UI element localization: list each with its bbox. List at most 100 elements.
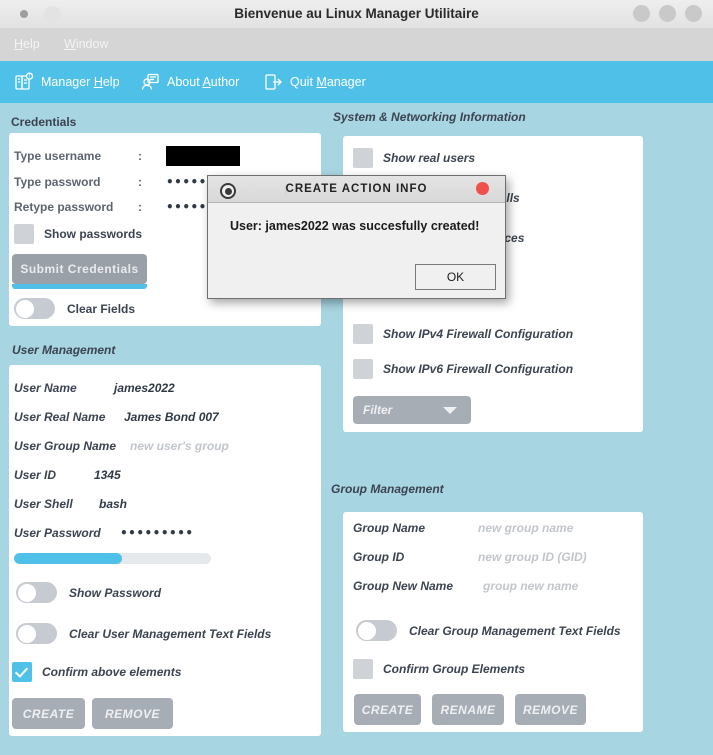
clear-fields-toggle[interactable] xyxy=(14,298,55,319)
user-id-row: User ID 1345 xyxy=(14,468,121,482)
clear-fields-row[interactable]: Clear Fields xyxy=(14,298,135,319)
toolbar-manager-help-post: elp xyxy=(102,75,120,89)
credentials-password-colon: : xyxy=(138,175,142,189)
show-passwords-row[interactable]: Show passwords xyxy=(14,224,142,244)
dialog-close-icon[interactable] xyxy=(476,182,489,195)
chevron-down-icon xyxy=(443,407,457,414)
group-rename-button[interactable]: RENAME xyxy=(432,694,504,725)
user-group-name-label: User Group Name xyxy=(14,439,117,453)
menu-window-mnemonic: W xyxy=(64,37,76,51)
show-ipv6-firewall-checkbox[interactable] xyxy=(353,359,373,379)
toolbar-quit-manager-post: anager xyxy=(326,75,366,89)
show-real-users-row[interactable]: Show real users xyxy=(353,148,475,168)
clear-user-fields-row[interactable]: Clear User Management Text Fields xyxy=(16,623,271,644)
group-remove-button[interactable]: REMOVE xyxy=(515,694,586,725)
show-real-users-checkbox[interactable] xyxy=(353,148,373,168)
manager-help-icon: ! xyxy=(14,72,34,92)
submit-credentials-button[interactable]: Submit Credentials xyxy=(12,254,147,284)
clear-user-management-toggle-knob xyxy=(17,624,36,643)
menubar: Help Window xyxy=(0,28,713,61)
confirm-group-elements-label: Confirm Group Elements xyxy=(383,662,526,676)
user-create-button[interactable]: CREATE xyxy=(12,698,85,729)
group-new-name-row: Group New Name group new name xyxy=(353,579,578,593)
user-name-row: User Name james2022 xyxy=(14,381,175,395)
group-name-input[interactable]: new group name xyxy=(478,521,573,535)
system-networking-group-title: System & Networking Information xyxy=(333,110,526,124)
confirm-group-elements-row[interactable]: Confirm Group Elements xyxy=(353,659,525,679)
user-name-input[interactable]: james2022 xyxy=(114,381,175,395)
toolbar-label-about-author: About Author xyxy=(167,75,239,89)
clear-group-management-toggle-knob xyxy=(357,621,376,640)
user-real-name-label: User Real Name xyxy=(14,410,106,424)
menu-window-label: indow xyxy=(75,37,109,51)
create-action-info-dialog: ↑ CREATE ACTION INFO User: james2022 was… xyxy=(207,175,506,299)
user-password-label: User Password xyxy=(14,526,101,540)
group-create-button[interactable]: CREATE xyxy=(354,694,421,725)
window-minimize-button[interactable] xyxy=(633,5,650,22)
user-shell-input[interactable]: bash xyxy=(99,497,127,511)
show-ipv4-firewall-checkbox[interactable] xyxy=(353,324,373,344)
toolbar-manager-help-mnemonic: H xyxy=(93,75,103,89)
group-new-name-input[interactable]: group new name xyxy=(483,579,578,593)
show-password-row[interactable]: Show Password xyxy=(16,582,161,603)
confirm-above-elements-checkbox[interactable] xyxy=(12,662,32,682)
credentials-retype-colon: : xyxy=(138,200,142,214)
user-password-input[interactable]: ••••••••• xyxy=(120,526,194,540)
show-password-label: Show Password xyxy=(69,585,162,600)
show-ipv4-firewall-row[interactable]: Show IPv4 Firewall Configuration xyxy=(353,324,573,344)
quit-manager-icon xyxy=(263,72,283,92)
confirm-group-elements-checkbox[interactable] xyxy=(353,659,373,679)
menu-item-help[interactable]: Help xyxy=(6,28,48,61)
clear-user-management-toggle[interactable] xyxy=(16,623,57,644)
toolbar-item-about-author[interactable]: About Author xyxy=(140,61,239,103)
toolbar: ! Manager Help About Author Quit Manager xyxy=(0,61,713,103)
clear-fields-label: Clear Fields xyxy=(67,301,136,316)
user-id-input[interactable]: 1345 xyxy=(94,468,121,482)
confirm-above-elements-row[interactable]: Confirm above elements xyxy=(12,662,181,682)
credentials-retype-label: Retype password xyxy=(14,200,114,214)
clear-group-management-toggle[interactable] xyxy=(356,620,397,641)
toolbar-about-author-mnemonic: A xyxy=(202,75,211,89)
user-real-name-input[interactable]: James Bond 007 xyxy=(124,410,219,424)
user-group-name-input[interactable]: new user's group xyxy=(130,439,229,453)
dialog-ok-button[interactable]: OK xyxy=(415,264,496,290)
group-id-row: Group ID new group ID (GID) xyxy=(353,550,587,564)
menu-help-mnemonic: H xyxy=(14,37,24,51)
user-group-name-row: User Group Name new user's group xyxy=(14,439,229,453)
group-name-row: Group Name new group name xyxy=(353,521,573,535)
submit-credentials-underline xyxy=(12,284,147,289)
clear-group-management-label: Clear Group Management Text Fields xyxy=(409,623,621,638)
clear-user-management-label: Clear User Management Text Fields xyxy=(69,626,272,641)
password-strength-progress xyxy=(14,553,211,564)
show-passwords-checkbox[interactable] xyxy=(14,224,34,244)
svg-text:!: ! xyxy=(29,74,30,80)
show-ipv6-firewall-label: Show IPv6 Firewall Configuration xyxy=(383,362,574,376)
toolbar-quit-manager-pre: Quit xyxy=(290,75,317,89)
toolbar-label-quit-manager: Quit Manager xyxy=(290,75,366,89)
filter-dropdown[interactable]: Filter xyxy=(353,396,471,424)
user-name-label: User Name xyxy=(14,381,77,395)
window-close-button[interactable] xyxy=(685,5,702,22)
show-passwords-label: Show passwords xyxy=(44,227,143,241)
toolbar-manager-help-pre: Manager xyxy=(41,75,94,89)
toolbar-item-manager-help[interactable]: ! Manager Help xyxy=(14,61,120,103)
show-ipv6-firewall-row[interactable]: Show IPv6 Firewall Configuration xyxy=(353,359,573,379)
user-remove-button[interactable]: REMOVE xyxy=(92,698,173,729)
toolbar-about-author-post: uthor xyxy=(210,75,240,89)
window-titlebar: Bienvenue au Linux Manager Utilitaire xyxy=(0,0,713,29)
clear-group-fields-row[interactable]: Clear Group Management Text Fields xyxy=(356,620,621,641)
clear-fields-toggle-knob xyxy=(15,299,34,318)
toolbar-about-author-pre: About xyxy=(167,75,203,89)
toolbar-item-quit-manager[interactable]: Quit Manager xyxy=(263,61,366,103)
group-id-label: Group ID xyxy=(353,550,405,564)
group-id-input[interactable]: new group ID (GID) xyxy=(478,550,587,564)
credentials-retype-row: Retype password : ••••••••• xyxy=(14,200,240,214)
menu-item-window[interactable]: Window xyxy=(56,28,116,61)
show-password-toggle-knob xyxy=(17,583,36,602)
username-input[interactable] xyxy=(166,146,240,166)
user-shell-label: User Shell xyxy=(14,497,73,511)
show-password-toggle[interactable] xyxy=(16,582,57,603)
window-title: Bienvenue au Linux Manager Utilitaire xyxy=(234,6,479,21)
user-password-row: User Password ••••••••• xyxy=(14,526,194,540)
window-maximize-button[interactable] xyxy=(659,5,676,22)
